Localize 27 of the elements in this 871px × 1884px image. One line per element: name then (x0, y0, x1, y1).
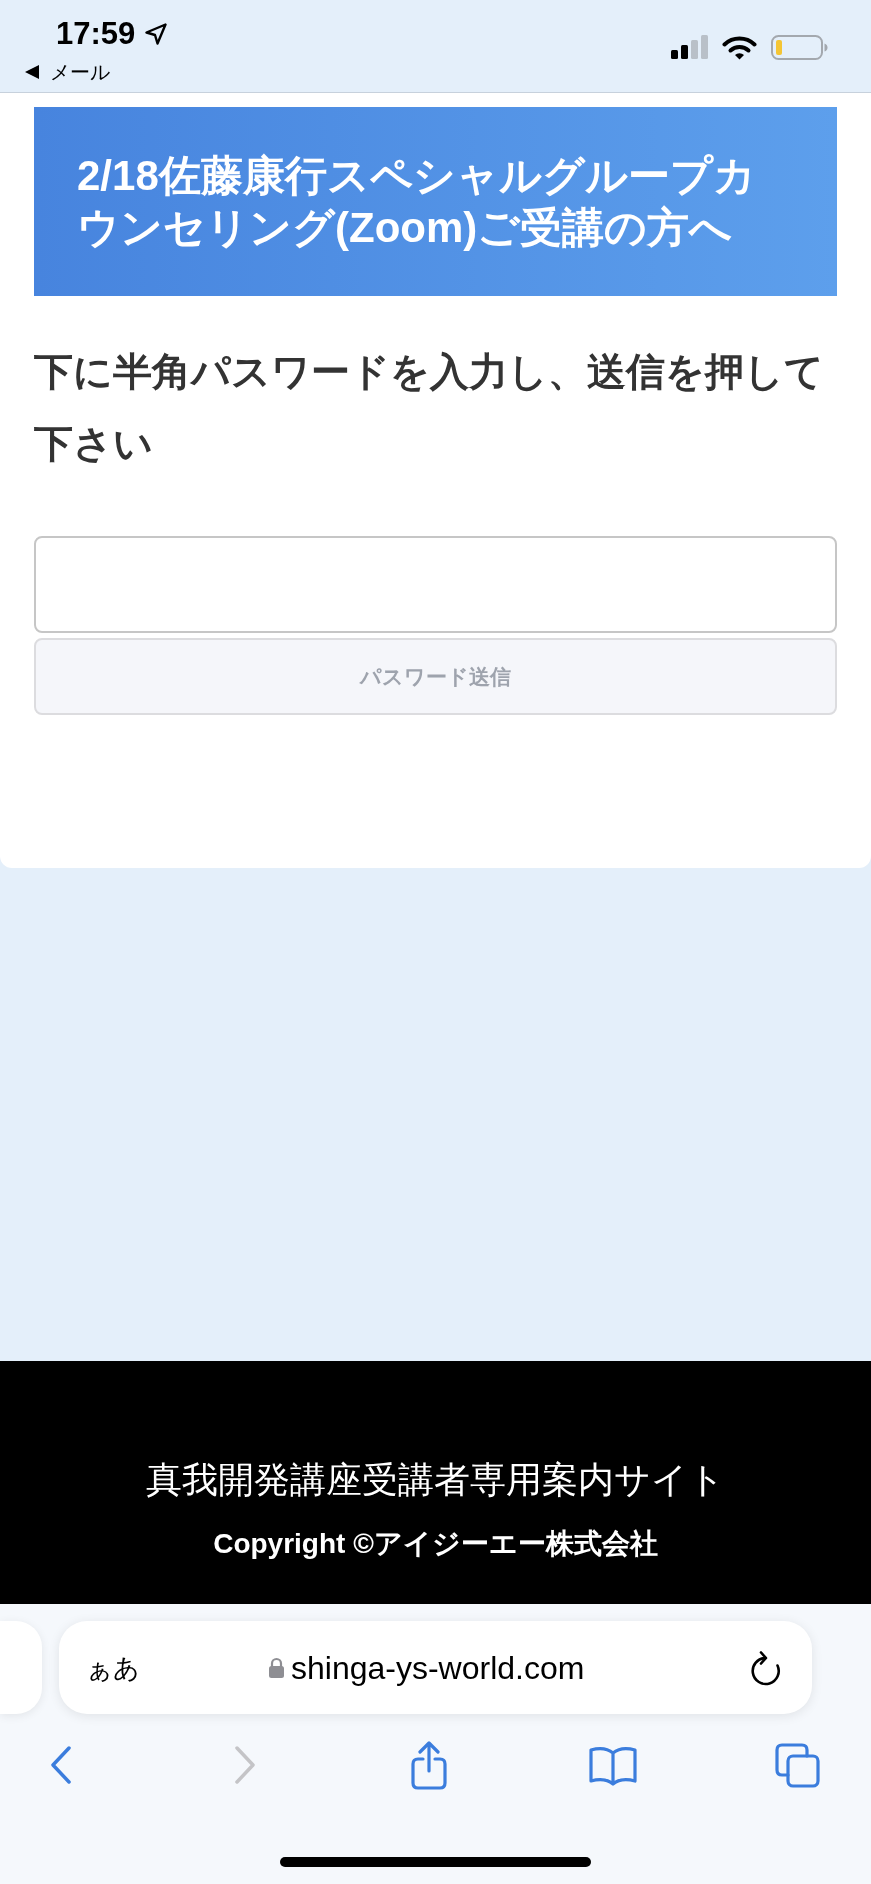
clock-time: 17:59 (56, 16, 136, 52)
signal-bars-icon (671, 35, 708, 59)
chevron-right-icon (234, 1746, 256, 1784)
wifi-icon (722, 34, 757, 60)
battery-icon (771, 34, 828, 60)
share-icon (409, 1740, 449, 1790)
bookmarks-button[interactable] (588, 1744, 638, 1786)
chevron-left-icon (50, 1746, 72, 1784)
back-triangle-icon (25, 65, 39, 79)
share-button[interactable] (409, 1740, 449, 1790)
address-bar[interactable]: ぁあ shinga-ys-world.com (59, 1621, 812, 1714)
password-field[interactable] (34, 536, 837, 633)
text-size-button[interactable]: ぁあ (86, 1651, 140, 1684)
reload-icon (749, 1649, 782, 1686)
copyright-text: Copyright ©アイジーエー株式会社 (213, 1527, 658, 1561)
back-button[interactable] (50, 1746, 72, 1784)
lock-icon (268, 1657, 285, 1678)
site-name: 真我開発講座受講者専用案内サイト (146, 1458, 725, 1502)
back-to-app-button[interactable]: メール (25, 60, 168, 84)
instruction-text: 下に半角パスワードを入力し、送信を押して下さい (34, 349, 825, 467)
reload-button[interactable] (749, 1649, 782, 1686)
url-text[interactable]: shinga-ys-world.com (291, 1647, 585, 1688)
open-book-icon (588, 1744, 638, 1786)
location-arrow-icon (145, 23, 168, 45)
tabs-button[interactable] (773, 1742, 821, 1788)
banner-title: 2/18佐藤康行スペシャルグループカウンセリング(Zoom)ご受講の方へ (77, 150, 757, 253)
overlapping-squares-icon (773, 1742, 821, 1788)
